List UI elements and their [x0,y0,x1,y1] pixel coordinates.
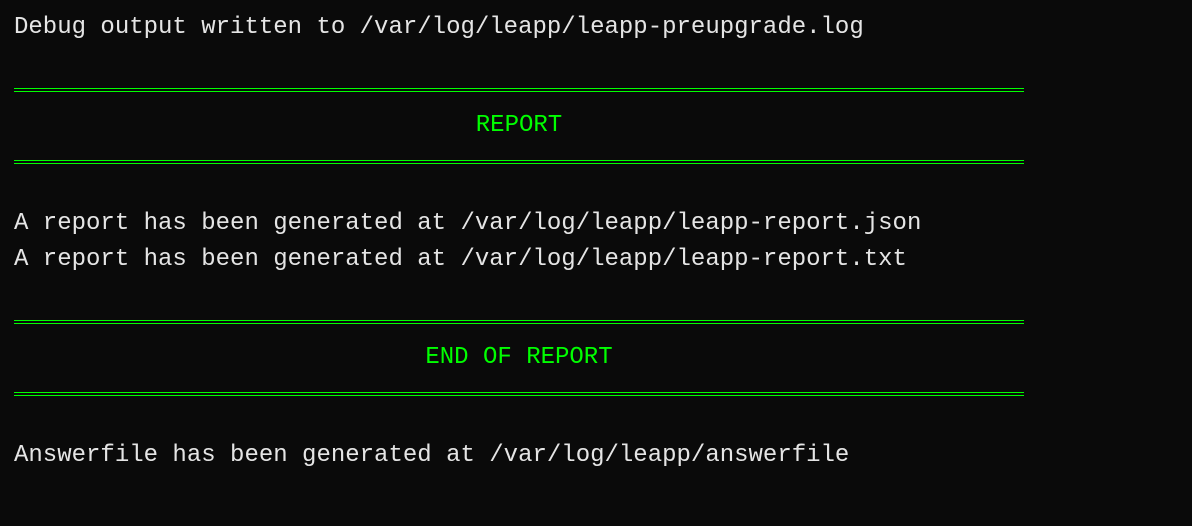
report-json-line: A report has been generated at /var/log/… [14,206,1178,242]
separator-bottom-report [14,160,1024,164]
report-txt-line: A report has been generated at /var/log/… [14,242,1178,278]
report-header: REPORT [14,98,1024,154]
separator-bottom-end [14,392,1024,396]
spacer [14,46,1178,82]
debug-output-line: Debug output written to /var/log/leapp/l… [14,10,1178,46]
separator-top-end [14,320,1024,324]
spacer [14,170,1178,206]
answerfile-line: Answerfile has been generated at /var/lo… [14,438,1178,474]
spacer [14,402,1178,438]
end-report-header: END OF REPORT [14,330,1024,386]
spacer [14,278,1178,314]
separator-top-report [14,88,1024,92]
